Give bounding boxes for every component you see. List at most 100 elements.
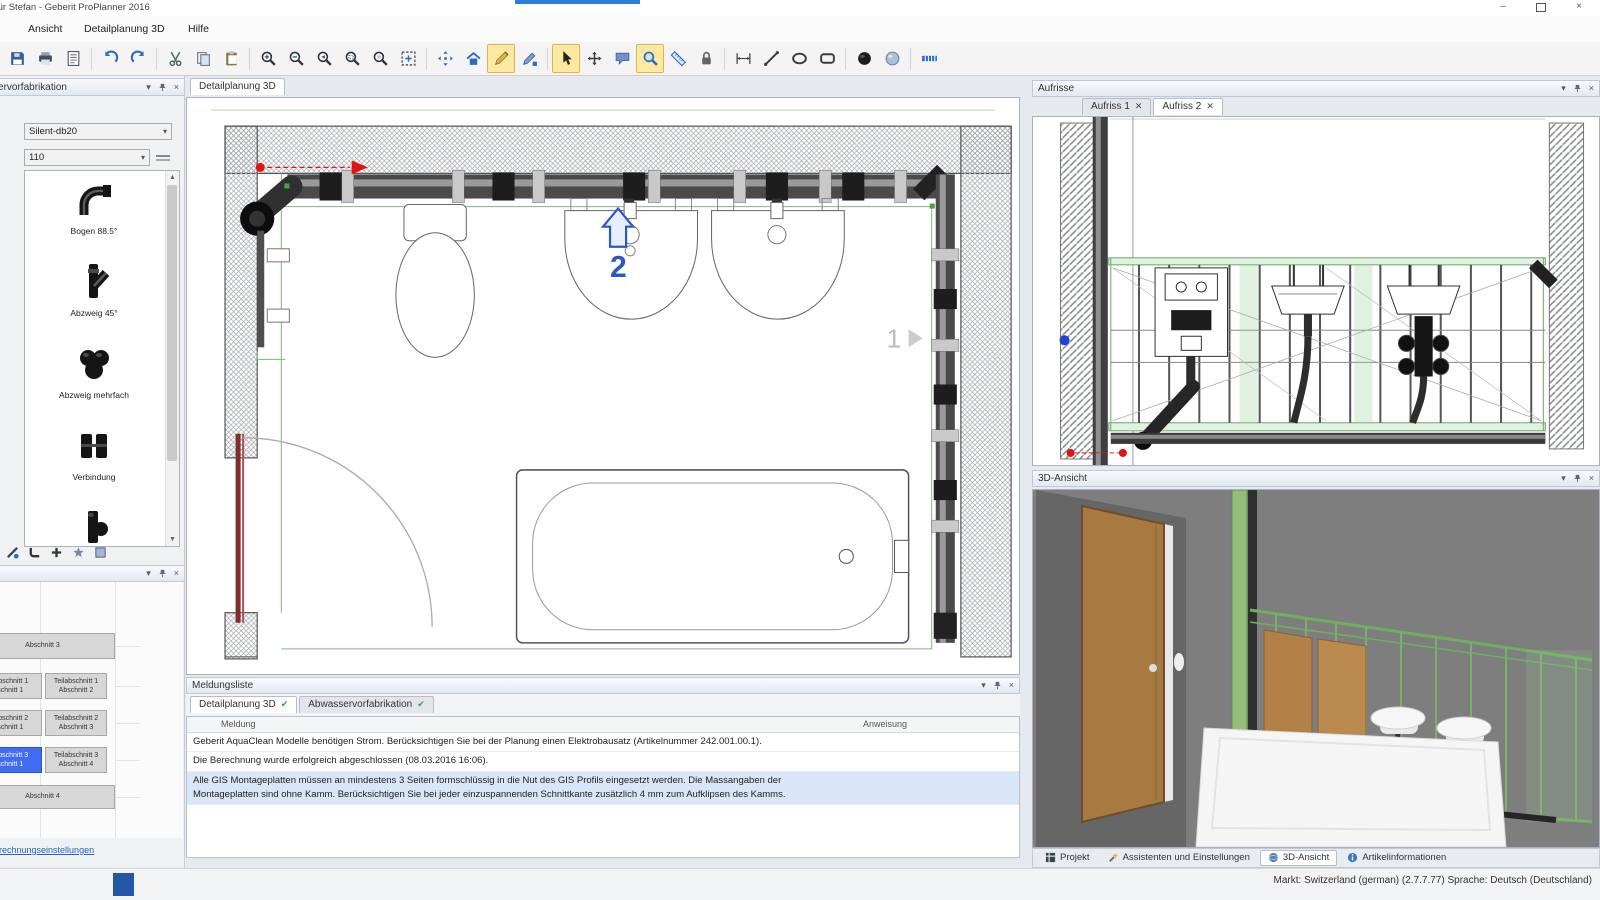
- toolbar-button-zoom-window[interactable]: [338, 44, 366, 73]
- view3d-canvas[interactable]: [1032, 489, 1600, 848]
- toolbar-button-copy[interactable]: [189, 44, 217, 73]
- pin-icon[interactable]: [1573, 474, 1582, 483]
- menu-ansicht[interactable]: Ansicht: [24, 21, 66, 37]
- toolbar-button-redline-edit[interactable]: [515, 44, 543, 73]
- taskbar-icon[interactable]: [113, 873, 134, 896]
- section-block[interactable]: Teilabschnitt 3Abschnitt 1: [0, 747, 42, 773]
- section-block[interactable]: Teilabschnitt 2Abschnitt 1: [0, 710, 42, 736]
- toolbar-button-scale-bar[interactable]: [915, 44, 943, 73]
- tab-detailplanung-3d[interactable]: Detailplanung 3D: [190, 78, 285, 95]
- panel-menu-icon[interactable]: ▾: [1561, 84, 1566, 93]
- tab-3D-Ansicht[interactable]: 3D-Ansicht: [1260, 850, 1337, 866]
- bend-tool-button[interactable]: [28, 546, 41, 564]
- messages-tab-detailplanung[interactable]: Detailplanung 3D ✔: [190, 696, 297, 713]
- toolbar-button-redline[interactable]: [487, 44, 515, 73]
- library-item-Abzweig mehrfach[interactable]: Abzweig mehrfach: [25, 343, 163, 400]
- section-block[interactable]: Teilabschnitt 1Abschnitt 2: [45, 673, 107, 699]
- toolbar-button-zoom-object[interactable]: [636, 44, 664, 73]
- toolbar-button-zoom-out[interactable]: [282, 44, 310, 73]
- panel-menu-icon[interactable]: ▾: [146, 569, 151, 578]
- section-block[interactable]: Teilabschnitt 1Abschnitt 1: [0, 673, 42, 699]
- calculation-settings-link[interactable]: Berechnungseinstellungen: [0, 845, 150, 855]
- toolbar-button-lock[interactable]: [692, 44, 720, 73]
- close-button[interactable]: ×: [1562, 0, 1596, 15]
- section-block[interactable]: Teilabschnitt 3Abschnitt 4: [45, 747, 107, 773]
- panel-close-icon[interactable]: ×: [1589, 84, 1594, 93]
- toolbar-button-dimension[interactable]: [729, 44, 757, 73]
- toolbar-button-draw-ellipse[interactable]: [785, 44, 813, 73]
- toolbar-button-zoom-previous[interactable]: [310, 44, 338, 73]
- diameter-extra-button[interactable]: [156, 155, 170, 157]
- section-block-bottom[interactable]: Abschnitt 4: [0, 785, 115, 809]
- vertical-pipe-run[interactable]: [919, 170, 959, 642]
- toolbar-button-redo[interactable]: [124, 44, 152, 73]
- close-icon[interactable]: ✕: [1135, 101, 1143, 112]
- library-item-Abzweig 45°[interactable]: Abzweig 45°: [25, 261, 163, 318]
- toolbar-button-render-mode[interactable]: [850, 44, 878, 73]
- message-row[interactable]: Geberit AquaClean Modelle benötigen Stro…: [187, 733, 1019, 752]
- panel-menu-icon[interactable]: ▾: [146, 83, 151, 92]
- diameter-dropdown[interactable]: 110▾: [24, 149, 150, 166]
- toolbar-button-zoom-in[interactable]: [254, 44, 282, 73]
- toolbar-button-save[interactable]: [3, 44, 31, 73]
- tab-aufriss-2[interactable]: Aufriss 2 ✕: [1153, 98, 1222, 115]
- toolbar-button-print[interactable]: [31, 44, 59, 73]
- messages-tab-abwasservorfabrikation[interactable]: Abwasservorfabrikation ✔: [299, 696, 433, 713]
- toolbar-button-measure[interactable]: [664, 44, 692, 73]
- toolbar-button-pan[interactable]: [431, 44, 459, 73]
- list-tool-button[interactable]: [94, 546, 107, 564]
- toolbar-button-report[interactable]: [59, 44, 87, 73]
- panel-close-icon[interactable]: ×: [1589, 474, 1594, 483]
- message-row[interactable]: Die Berechnung wurde erfolgreich abgesch…: [187, 752, 1019, 771]
- pin-icon[interactable]: [993, 681, 1002, 690]
- library-item-Bogen 88.5°[interactable]: Bogen 88.5°: [25, 179, 163, 236]
- toilet[interactable]: [396, 205, 474, 358]
- panel-menu-icon[interactable]: ▾: [1561, 474, 1566, 483]
- toolbar-button-undo[interactable]: [96, 44, 124, 73]
- toolbar-button-cut[interactable]: [161, 44, 189, 73]
- toolbar-button-zoom-fit[interactable]: [394, 44, 422, 73]
- scroll-up-icon[interactable]: ▲: [166, 171, 179, 184]
- tab-Projekt[interactable]: Projekt: [1037, 850, 1098, 866]
- sections-diagram[interactable]: Abschnitt 3 Teilabschnitt 1Abschnitt 1Te…: [0, 582, 183, 838]
- system-dropdown[interactable]: Silent-db20▾: [24, 123, 172, 140]
- maximize-button[interactable]: [1524, 0, 1558, 15]
- tab-Assistenten und Einstellungen[interactable]: Assistenten und Einstellungen: [1100, 850, 1258, 866]
- toolbar-button-zoom-dynamic[interactable]: [366, 44, 394, 73]
- toolbar-button-home-view[interactable]: [459, 44, 487, 73]
- pipe-tool-button[interactable]: [6, 546, 19, 564]
- scrollbar-thumb[interactable]: [167, 185, 177, 461]
- toolbar-button-draw-line[interactable]: [757, 44, 785, 73]
- close-icon[interactable]: ✕: [1206, 101, 1214, 112]
- bathtub[interactable]: [517, 470, 909, 643]
- panel-close-icon[interactable]: ×: [174, 569, 179, 578]
- washbasin-2[interactable]: [712, 199, 845, 320]
- pin-icon[interactable]: [158, 83, 167, 92]
- toolbar-button-paste[interactable]: [217, 44, 245, 73]
- bathtub-3d[interactable]: [1196, 728, 1506, 847]
- floor-plan-canvas[interactable]: 2 1: [186, 97, 1020, 675]
- panel-menu-icon[interactable]: ▾: [981, 681, 986, 690]
- favorites-tool-button[interactable]: [72, 546, 85, 564]
- washbasin-1[interactable]: [565, 199, 698, 320]
- library-item-pipe-fitting[interactable]: [25, 507, 163, 547]
- pin-icon[interactable]: [158, 569, 167, 578]
- toolbar-button-draw-rectangle[interactable]: [813, 44, 841, 73]
- branch-tool-button[interactable]: [50, 546, 63, 564]
- door[interactable]: [238, 434, 432, 627]
- library-scrollbar[interactable]: ▲ ▼: [165, 171, 179, 546]
- elevation-canvas[interactable]: [1032, 116, 1600, 466]
- toolbar-button-select[interactable]: [552, 44, 580, 73]
- scroll-down-icon[interactable]: ▼: [166, 533, 179, 546]
- menu-hilfe[interactable]: Hilfe: [184, 21, 213, 37]
- toolbar-button-annotate[interactable]: [608, 44, 636, 73]
- panel-close-icon[interactable]: ×: [174, 83, 179, 92]
- tab-aufriss-1[interactable]: Aufriss 1 ✕: [1082, 98, 1151, 115]
- section-block-top[interactable]: Abschnitt 3: [0, 633, 115, 659]
- connection-marker-1[interactable]: 1: [886, 323, 922, 353]
- library-item-Verbindung[interactable]: Verbindung: [25, 425, 163, 482]
- tab-Artikelinformationen[interactable]: Artikelinformationen: [1339, 850, 1454, 866]
- door-3d[interactable]: [1082, 506, 1184, 822]
- toolbar-button-move[interactable]: [580, 44, 608, 73]
- menu-detailplanung-3d[interactable]: Detailplanung 3D: [80, 21, 169, 37]
